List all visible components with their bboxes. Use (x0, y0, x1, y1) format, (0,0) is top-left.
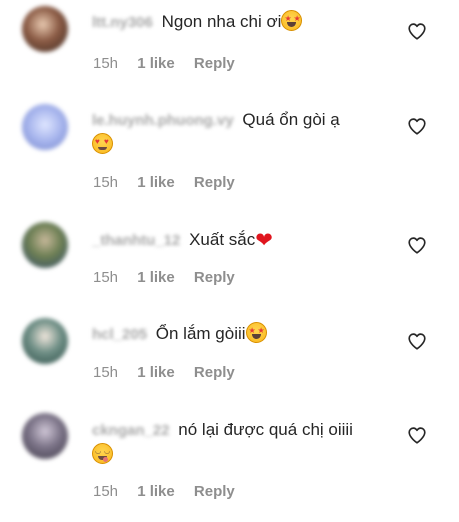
like-heart-icon[interactable] (406, 330, 428, 352)
star-struck-emoji-icon: ★ ★ (245, 322, 267, 343)
comment-text: Xuất sắc (189, 230, 256, 249)
comment-username[interactable]: ltt.ny306 (92, 14, 153, 31)
comment-likes-link[interactable]: 1 like (137, 269, 175, 286)
comment-time: 15h (93, 483, 119, 500)
comment-time: 15h (93, 269, 119, 286)
reply-button[interactable]: Reply (194, 55, 235, 72)
comment-username[interactable]: le.huynh.phuong.vy (92, 112, 234, 129)
avatar[interactable] (22, 318, 68, 364)
avatar[interactable] (22, 222, 68, 268)
like-heart-icon[interactable] (406, 20, 428, 42)
avatar[interactable] (22, 6, 68, 52)
comment-time: 15h (93, 364, 119, 381)
avatar[interactable] (22, 413, 68, 459)
comment-likes-link[interactable]: 1 like (137, 364, 175, 381)
comment-likes-link[interactable]: 1 like (137, 483, 175, 500)
reply-button[interactable]: Reply (194, 269, 235, 286)
like-heart-icon[interactable] (406, 234, 428, 256)
comment-username[interactable]: _thanhtu_12 (92, 232, 180, 249)
comment-likes-link[interactable]: 1 like (137, 174, 175, 191)
red-heart-emoji-icon: ❤ (255, 229, 273, 252)
comment-text: Quá ổn gòi ạ (242, 110, 340, 129)
reply-button[interactable]: Reply (194, 174, 235, 191)
avatar[interactable] (22, 104, 68, 150)
like-heart-icon[interactable] (406, 424, 428, 446)
smiling-face-with-hearts-emoji-icon: ♥ ♥ (92, 133, 113, 154)
comment-time: 15h (93, 55, 119, 72)
comment-time: 15h (93, 174, 119, 191)
star-struck-emoji-icon: ★ ★ (281, 10, 303, 31)
like-heart-icon[interactable] (406, 115, 428, 137)
comment-likes-link[interactable]: 1 like (137, 55, 175, 72)
face-savoring-food-emoji-icon: ◡ ◡ (92, 443, 113, 464)
comment-text: nó lại được quá chị oiiii (178, 420, 353, 439)
reply-button[interactable]: Reply (194, 483, 235, 500)
comment-username[interactable]: hcl_205 (92, 326, 147, 343)
reply-button[interactable]: Reply (194, 364, 235, 381)
comment-text: Ngon nha chi ơi (161, 12, 282, 31)
comment-text: Ổn lắm gòiii (155, 324, 246, 343)
comment-username[interactable]: ckngan_22 (92, 422, 170, 439)
